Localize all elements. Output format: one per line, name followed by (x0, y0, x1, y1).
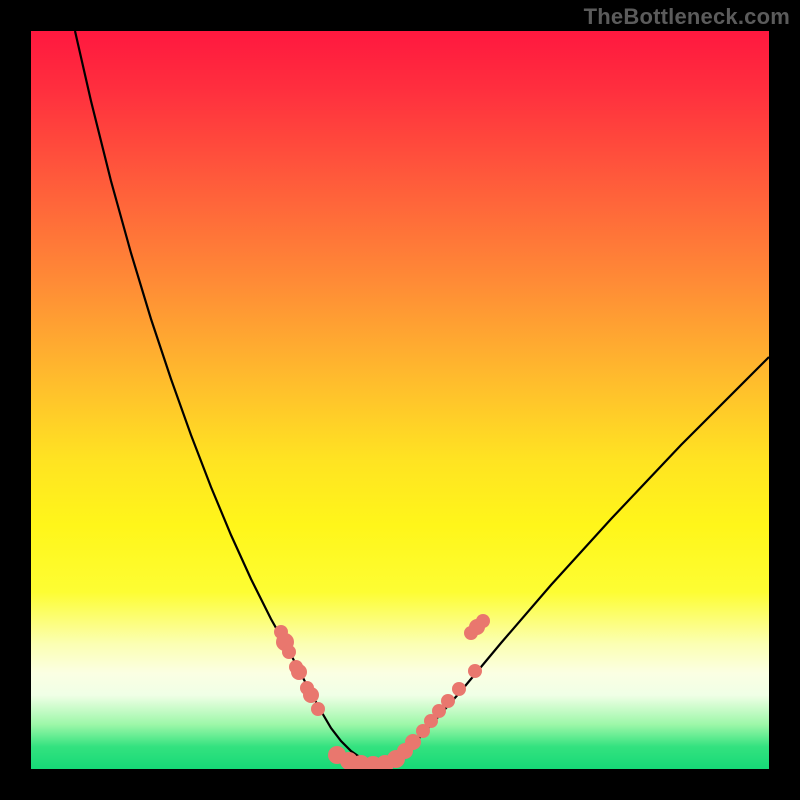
curve-marker (291, 664, 307, 680)
curve-marker (452, 682, 466, 696)
curve-markers (274, 614, 490, 769)
source-watermark: TheBottleneck.com (584, 4, 790, 30)
bottleneck-curve (75, 31, 769, 766)
curve-marker (441, 694, 455, 708)
curve-marker (311, 702, 325, 716)
outer-frame: TheBottleneck.com (0, 0, 800, 800)
curve-marker (468, 664, 482, 678)
curve-marker (303, 687, 319, 703)
curve-marker (476, 614, 490, 628)
curve-layer (31, 31, 769, 769)
curve-marker (282, 645, 296, 659)
plot-area (31, 31, 769, 769)
